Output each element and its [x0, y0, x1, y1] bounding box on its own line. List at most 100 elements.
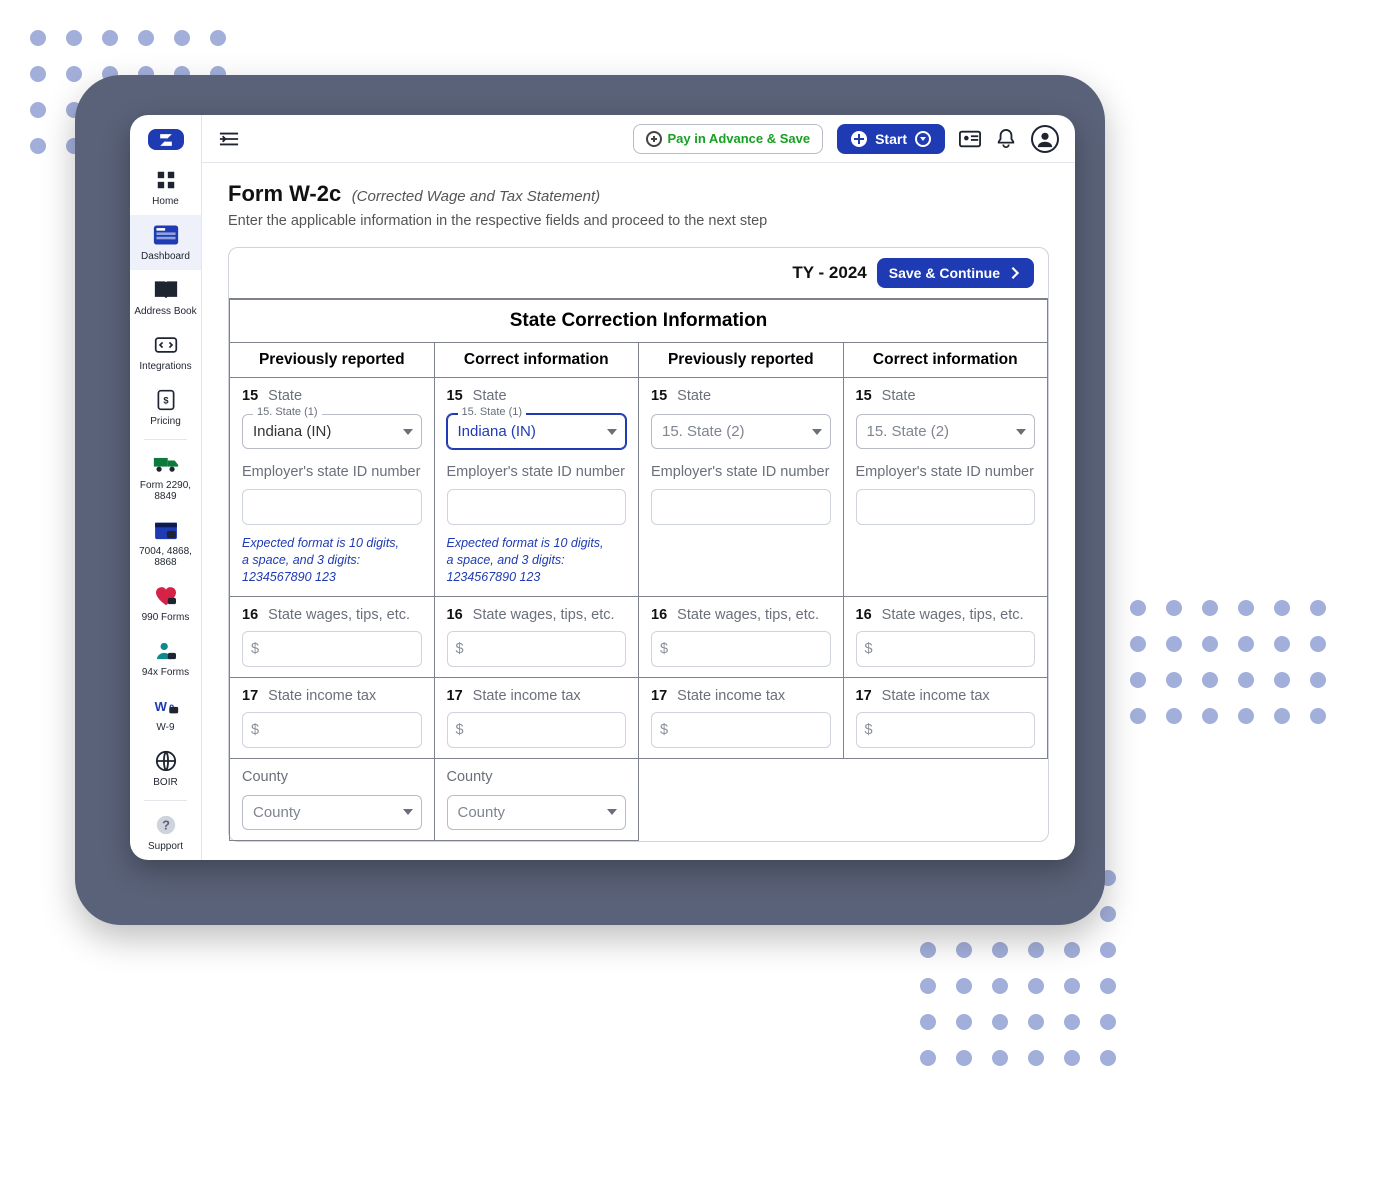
select-placeholder: 15. State (2) — [662, 423, 745, 440]
app-logo[interactable] — [148, 129, 184, 150]
sidebar-item-dashboard[interactable]: Dashboard — [130, 215, 201, 270]
sidebar-item-label: Dashboard — [141, 251, 190, 262]
sidebar-item-integrations[interactable]: Integrations — [130, 325, 201, 380]
state-2-prev-select[interactable]: 15. State (2) — [651, 414, 831, 449]
dashboard-icon — [152, 223, 180, 247]
wages-corr-2-input[interactable]: $ — [856, 631, 1036, 667]
decor-dots — [1130, 600, 1326, 724]
tax-year: TY - 2024 — [792, 263, 866, 283]
sidebar-item-w9[interactable]: W9 W-9 — [130, 686, 201, 741]
book-icon — [152, 278, 180, 302]
button-label: Save & Continue — [889, 265, 1000, 281]
county-prev-1-select[interactable]: County — [242, 795, 422, 830]
page-title: Form W-2c — [228, 181, 341, 206]
wages-corr-1-input[interactable]: $ — [447, 631, 627, 667]
pricing-icon: $ — [152, 388, 180, 412]
sidebar-item-pricing[interactable]: $ Pricing — [130, 380, 201, 435]
button-label: Start — [875, 131, 907, 147]
w9-icon: W9 — [152, 694, 180, 718]
col-header: Correct information — [843, 343, 1048, 378]
globe-icon — [152, 749, 180, 773]
sidebar-item-94x[interactable]: 94x Forms — [130, 631, 201, 686]
id-card-icon[interactable] — [959, 128, 981, 150]
help-icon: ? — [152, 813, 180, 837]
cell-17-tax-corr1: 17 State income tax $ — [434, 677, 639, 758]
ein-prev-2-input[interactable] — [651, 489, 831, 525]
wages-prev-2-input[interactable]: $ — [651, 631, 831, 667]
cell-15-state2-prev: 15 State 15. State (2) Employer's state … — [639, 378, 844, 597]
start-button[interactable]: Start — [837, 124, 945, 154]
sidebar-item-label: BOIR — [153, 777, 177, 788]
col-header: Previously reported — [230, 343, 435, 378]
svg-text:W: W — [154, 699, 167, 714]
save-continue-button[interactable]: Save & Continue — [877, 258, 1034, 288]
sidebar-item-label: Home — [152, 196, 179, 207]
sidebar-item-boir[interactable]: BOIR — [130, 741, 201, 796]
chevron-right-icon — [1008, 266, 1022, 280]
tax-corr-1-input[interactable]: $ — [447, 712, 627, 748]
wages-prev-1-input[interactable]: $ — [242, 631, 422, 667]
grid-icon — [152, 168, 180, 192]
select-placeholder: County — [253, 804, 301, 821]
ein-label: Employer's state ID number — [856, 463, 1036, 481]
sidebar-item-extensions[interactable]: 7004, 4868, 8868 — [130, 510, 201, 576]
ein-corr-2-input[interactable] — [856, 489, 1036, 525]
ein-prev-1-input[interactable] — [242, 489, 422, 525]
tax-prev-2-input[interactable]: $ — [651, 712, 831, 748]
format-hint: Expected format is 10 digits, a space, a… — [447, 535, 627, 586]
topbar: Pay in Advance & Save Start — [202, 115, 1075, 163]
person-icon — [152, 639, 180, 663]
app-window: Home Dashboard Address Book Integrations — [130, 115, 1075, 860]
select-value: Indiana (IN) — [253, 423, 331, 440]
sidebar: Home Dashboard Address Book Integrations — [130, 115, 202, 860]
plus-circle-icon — [646, 131, 662, 147]
state-1-prev-select[interactable]: 15. State (1) Indiana (IN) — [242, 414, 422, 449]
chevron-down-icon — [915, 131, 931, 147]
ein-label: Employer's state ID number — [447, 463, 627, 481]
state-2-corr-select[interactable]: 15. State (2) — [856, 414, 1036, 449]
pay-in-advance-button[interactable]: Pay in Advance & Save — [633, 124, 824, 154]
sidebar-item-label: Support — [148, 841, 183, 852]
sidebar-item-label: 990 Forms — [142, 612, 190, 623]
chevron-down-icon — [403, 809, 413, 815]
cell-17-tax-corr2: 17 State income tax $ — [843, 677, 1048, 758]
truck-icon — [152, 452, 180, 476]
tax-corr-2-input[interactable]: $ — [856, 712, 1036, 748]
cell-15-state1-corr: 15 State 15. State (1) Indiana (IN) Empl… — [434, 378, 639, 597]
col-header: Correct information — [434, 343, 639, 378]
sidebar-item-label: W-9 — [156, 722, 174, 733]
sidebar-item-home[interactable]: Home — [130, 160, 201, 215]
select-placeholder: County — [458, 804, 506, 821]
sidebar-item-990[interactable]: 990 Forms — [130, 576, 201, 631]
format-hint: Expected format is 10 digits, a space, a… — [242, 535, 422, 586]
tax-prev-1-input[interactable]: $ — [242, 712, 422, 748]
svg-text:$: $ — [163, 395, 169, 405]
sidebar-item-support[interactable]: ? Support — [130, 805, 201, 860]
main-area: Pay in Advance & Save Start — [202, 115, 1075, 860]
sidebar-item-label: Form 2290, 8849 — [132, 480, 199, 502]
select-placeholder: 15. State (2) — [867, 423, 950, 440]
ein-corr-1-input[interactable] — [447, 489, 627, 525]
page-subtitle: (Corrected Wage and Tax Statement) — [352, 188, 600, 205]
sidebar-item-form-2290[interactable]: Form 2290, 8849 — [130, 444, 201, 510]
chevron-down-icon — [1016, 429, 1026, 435]
state-correction-table: State Correction Information Previously … — [229, 298, 1048, 841]
sidebar-toggle-icon[interactable] — [218, 128, 240, 150]
cell-16-wages-prev1: 16 State wages, tips, etc. $ — [230, 596, 435, 677]
cell-15-state1-prev: 15 State 15. State (1) Indiana (IN) Empl… — [230, 378, 435, 597]
state-1-corr-select[interactable]: 15. State (1) Indiana (IN) — [447, 414, 627, 449]
county-corr-1-select[interactable]: County — [447, 795, 627, 830]
col-header: Previously reported — [639, 343, 844, 378]
select-value: Indiana (IN) — [458, 423, 536, 440]
cell-17-tax-prev2: 17 State income tax $ — [639, 677, 844, 758]
cell-16-wages-prev2: 16 State wages, tips, etc. $ — [639, 596, 844, 677]
svg-text:?: ? — [162, 818, 170, 833]
button-label: Pay in Advance & Save — [668, 131, 811, 146]
page-description: Enter the applicable information in the … — [228, 213, 1049, 229]
page-body: Form W-2c (Corrected Wage and Tax Statem… — [202, 163, 1075, 842]
sidebar-item-address-book[interactable]: Address Book — [130, 270, 201, 325]
sidebar-item-label: Pricing — [150, 416, 181, 427]
sidebar-item-label: 94x Forms — [142, 667, 189, 678]
bell-icon[interactable] — [995, 128, 1017, 150]
profile-avatar[interactable] — [1031, 125, 1059, 153]
